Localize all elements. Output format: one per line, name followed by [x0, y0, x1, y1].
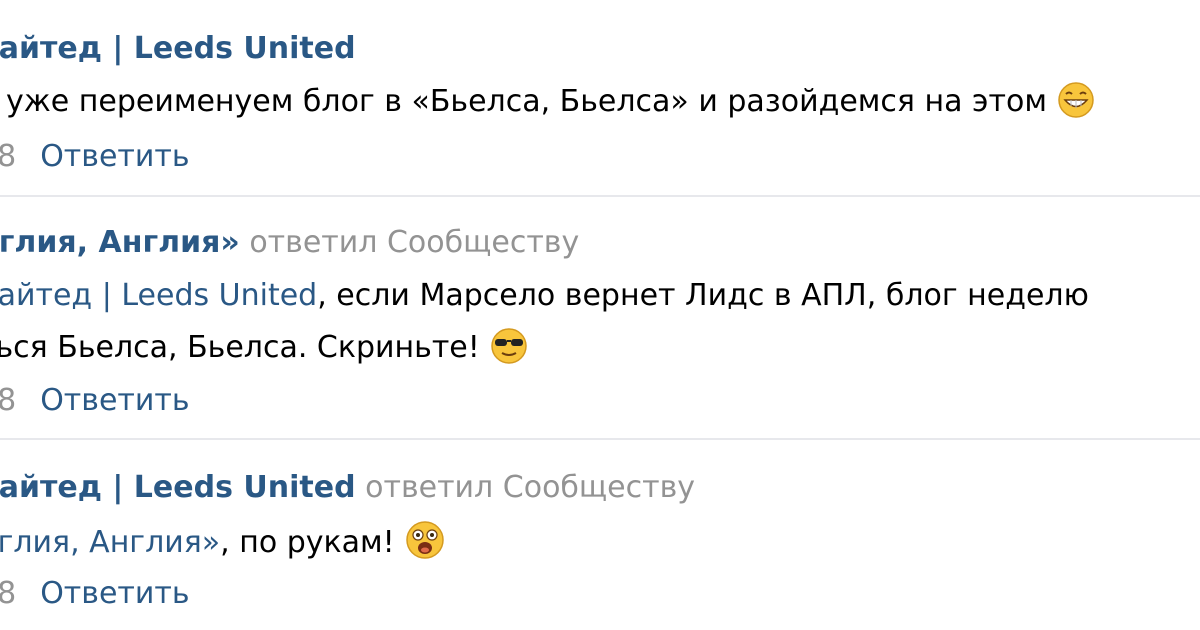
comment-header: нглия, Англия» ответил Сообществу [0, 223, 579, 263]
comment-date[interactable]: 18 [0, 383, 16, 418]
astonished-face-icon [405, 520, 445, 571]
comment-feed: найтед | Leeds United е уже переименуем … [0, 0, 1200, 630]
reply-button[interactable]: Ответить [40, 383, 189, 418]
comment-header: найтед | Leeds United ответил Сообществу [0, 468, 695, 508]
comment-author-link[interactable]: найтед | Leeds United [0, 470, 356, 505]
comment-divider [0, 438, 1200, 440]
comment-date[interactable]: 18 [0, 576, 16, 611]
comment-meta: 18 Ответить [0, 137, 190, 177]
reply-button[interactable]: Ответить [40, 139, 189, 174]
comment-text-content: ться Бьелса, Бьелса. Скриньте! [0, 330, 480, 365]
comment-divider [0, 195, 1200, 197]
comment-date[interactable]: 18 [0, 139, 16, 174]
grinning-face-icon [1057, 81, 1095, 130]
mention-link[interactable]: нглия, Англия» [0, 525, 220, 560]
comment-text-continued: ться Бьелса, Бьелса. Скриньте! [0, 327, 528, 376]
comment-text: найтед | Leeds United, если Марсело верн… [0, 276, 1089, 316]
mention-link[interactable]: найтед | Leeds United [0, 278, 317, 313]
comment-text-content: е уже переименуем блог в «Бьелса, Бьелса… [0, 84, 1047, 119]
sunglasses-face-icon [490, 327, 528, 376]
comment-author-link[interactable]: найтед | Leeds United [0, 31, 356, 66]
comment-meta: 18 Ответить [0, 574, 190, 614]
comment-meta: 18 Ответить [0, 381, 190, 421]
comment-text: е уже переименуем блог в «Бьелса, Бьелса… [0, 81, 1095, 130]
reply-to-label[interactable]: ответил Сообществу [249, 225, 579, 260]
reply-button[interactable]: Ответить [40, 576, 189, 611]
comment-author-link[interactable]: нглия, Англия» [0, 225, 240, 260]
comment-text: нглия, Англия», по рукам! [0, 520, 445, 571]
reply-to-label[interactable]: ответил Сообществу [365, 470, 695, 505]
comment-text-content: , по рукам! [220, 525, 395, 560]
comment-text-content: , если Марсело вернет Лидс в АПЛ, блог н… [317, 278, 1089, 313]
comment-header: найтед | Leeds United [0, 29, 356, 69]
